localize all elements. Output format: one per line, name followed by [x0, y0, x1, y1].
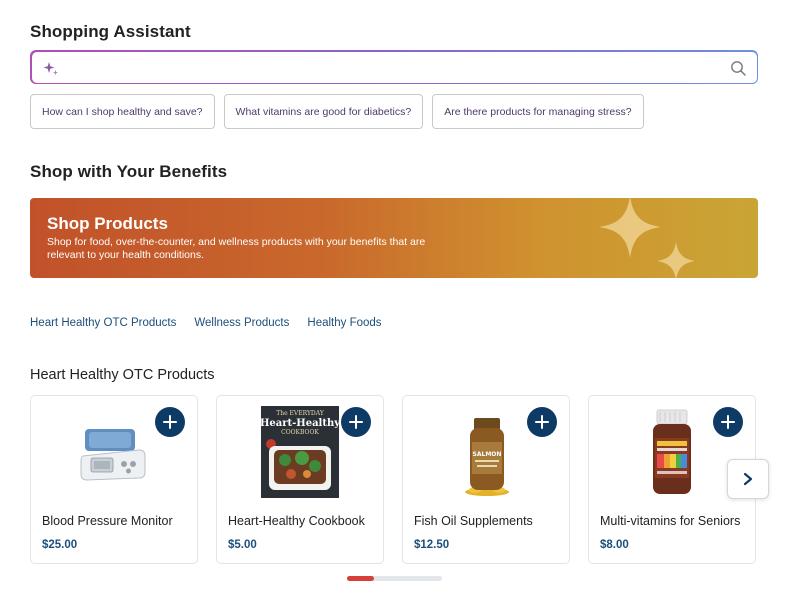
cookbook-image: The EVERYDAY Heart-Healthy COOKBOOK	[260, 406, 341, 498]
product-price: $12.50	[414, 539, 450, 551]
cookbook-cover-title: Heart-Healthy	[260, 418, 341, 429]
add-to-cart-button[interactable]	[713, 407, 743, 437]
assistant-search-box[interactable]	[30, 50, 758, 84]
product-card-blood-pressure-monitor[interactable]: Blood Pressure Monitor $25.00	[30, 395, 198, 564]
cookbook-cover-sub: COOKBOOK	[281, 429, 319, 436]
sparkle-icon	[43, 61, 58, 75]
carousel-next-button[interactable]	[727, 459, 769, 499]
product-name: Blood Pressure Monitor	[42, 514, 173, 528]
category-link-healthy-foods[interactable]: Healthy Foods	[307, 317, 381, 329]
add-to-cart-button[interactable]	[341, 407, 371, 437]
suggestion-chip-managing-stress[interactable]: Are there products for managing stress?	[432, 94, 644, 129]
suggestion-chip-vitamins-diabetics[interactable]: What vitamins are good for diabetics?	[223, 94, 424, 129]
banner-title: Shop Products	[47, 214, 168, 233]
shopping-assistant-title: Shopping Assistant	[30, 22, 191, 41]
product-section-title: Heart Healthy OTC Products	[30, 367, 215, 383]
category-links: Heart Healthy OTC Products Wellness Prod…	[30, 317, 382, 329]
product-price: $5.00	[228, 539, 257, 551]
fish-oil-bottle-image: SALMON	[465, 418, 509, 496]
chevron-right-icon	[743, 472, 753, 486]
product-price: $8.00	[600, 539, 629, 551]
assistant-search-input[interactable]	[63, 57, 717, 78]
product-name: Fish Oil Supplements	[414, 514, 533, 528]
fish-oil-label: SALMON	[473, 451, 502, 458]
banner-subtitle: Shop for food, over-the-counter, and wel…	[47, 236, 426, 261]
product-name: Multi-vitamins for Seniors	[600, 514, 741, 528]
suggestion-chip-healthy-save[interactable]: How can I shop healthy and save?	[30, 94, 215, 129]
product-card-heart-healthy-cookbook[interactable]: The EVERYDAY Heart-Healthy COOKBOOK Hear…	[216, 395, 384, 564]
multivitamin-bottle-image	[653, 409, 691, 494]
shop-products-banner[interactable]: Shop Products Shop for food, over-the-co…	[30, 198, 758, 278]
add-to-cart-button[interactable]	[527, 407, 557, 437]
benefits-section-title: Shop with Your Benefits	[30, 162, 228, 181]
blood-pressure-monitor-image	[80, 429, 146, 481]
plus-icon	[721, 415, 735, 429]
cookbook-cover-top: The EVERYDAY	[276, 410, 325, 417]
product-card-fish-oil-supplements[interactable]: SALMON Fish Oil Supplements $12.50	[402, 395, 570, 564]
carousel-pagination[interactable]	[347, 576, 442, 581]
add-to-cart-button[interactable]	[155, 407, 185, 437]
suggestion-chips: How can I shop healthy and save? What vi…	[30, 94, 644, 129]
search-icon[interactable]	[730, 60, 747, 77]
category-link-heart-healthy[interactable]: Heart Healthy OTC Products	[30, 317, 176, 329]
plus-icon	[163, 415, 177, 429]
product-carousel: Blood Pressure Monitor $25.00 The EVERYD…	[30, 395, 756, 564]
carousel-pagination-active	[347, 576, 374, 581]
category-link-wellness[interactable]: Wellness Products	[194, 317, 289, 329]
sparkle-decoration-icon	[599, 198, 695, 278]
plus-icon	[535, 415, 549, 429]
plus-icon	[349, 415, 363, 429]
product-name: Heart-Healthy Cookbook	[228, 514, 365, 528]
product-price: $25.00	[42, 539, 78, 551]
assistant-search-inner[interactable]	[31, 51, 757, 83]
